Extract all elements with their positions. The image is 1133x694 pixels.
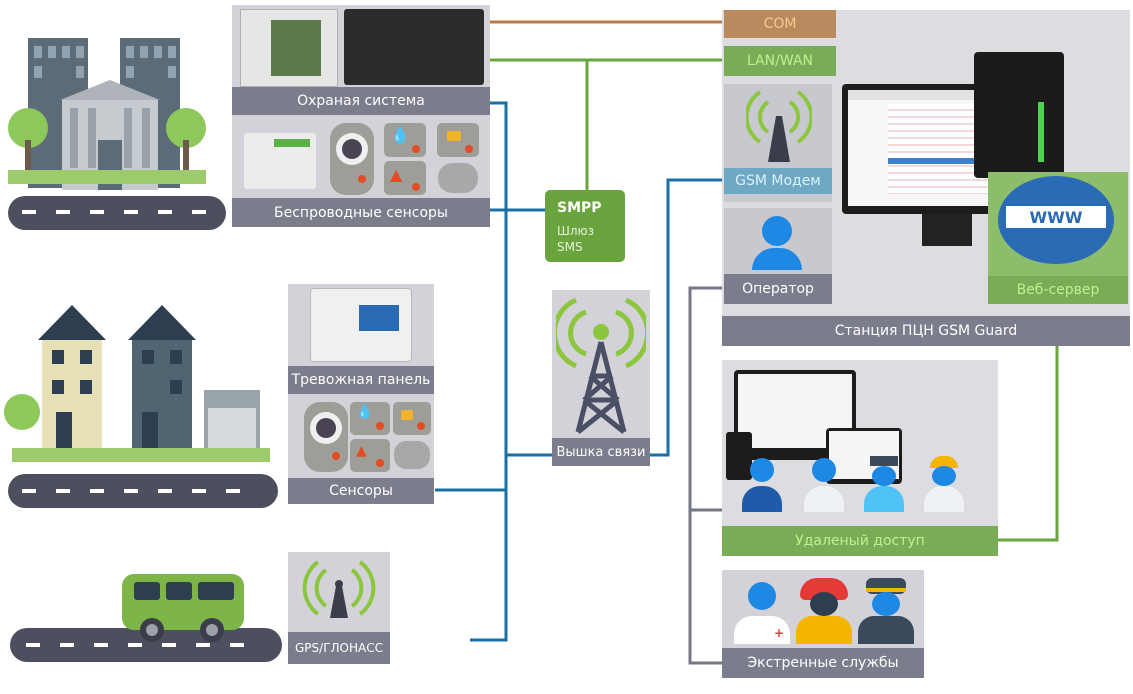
antenna-icon	[302, 560, 376, 618]
smpp-gateway: SMPP Шлюз SMS	[545, 190, 625, 262]
camera-sensor-icon	[330, 123, 374, 195]
doctor-icon: +	[734, 582, 790, 644]
control-cabinet-image	[240, 9, 338, 87]
camera-sensor-icon	[304, 402, 348, 472]
lock-sensor-icon	[437, 123, 479, 157]
operator-line	[688, 286, 724, 665]
smpp-sub1: Шлюз	[557, 224, 594, 238]
home-alarm-panel: Тревожная панель 💧 ▲ Сенсоры	[288, 284, 434, 504]
office-building-illustration	[8, 38, 226, 230]
engineer-user-icon	[924, 456, 964, 516]
modem-antenna-icon	[746, 90, 812, 162]
server-image	[974, 52, 1064, 178]
www-text: WWW	[1006, 206, 1106, 228]
medic-user-icon	[804, 458, 844, 516]
firefighter-icon	[796, 578, 852, 644]
motion-sensor-icon	[438, 163, 478, 193]
gps-label: GPS/ГЛОНАСС	[288, 632, 390, 664]
gsm-modem-label: GSM Модем	[724, 168, 832, 194]
operator-user-icon	[742, 458, 782, 516]
web-server-card: WWW Веб-сервер	[988, 172, 1128, 304]
security-system-label: Охраная система	[232, 87, 490, 115]
tower-panel: Вышка связи	[552, 290, 650, 466]
gps-panel: GPS/ГЛОНАСС	[288, 552, 390, 664]
smpp-title: SMPP	[557, 200, 602, 216]
remote-access-label: Удаленый доступ	[722, 526, 998, 556]
operator-icon	[762, 216, 792, 246]
web-server-label: Веб-сервер	[988, 276, 1128, 304]
gsm-modem-card: GSM Модем	[724, 84, 832, 202]
emergency-services-panel: + Экстренные службы	[722, 570, 924, 678]
amplifier-image	[344, 9, 484, 85]
station-title: Станция ПЦН GSM Guard	[722, 316, 1130, 346]
lan-wan-label: LAN/WAN	[724, 46, 836, 76]
alarm-panel-image	[310, 288, 412, 362]
web-line	[998, 330, 1059, 542]
operator-card: Оператор	[724, 208, 832, 304]
com-label: COM	[724, 10, 836, 38]
police-icon	[858, 578, 914, 644]
vehicle-illustration	[10, 574, 282, 662]
motion-sensor-icon	[394, 441, 430, 469]
fire-sensor-icon: ▲	[350, 439, 390, 472]
modem-line	[650, 178, 724, 457]
www-globe-icon: WWW	[998, 176, 1114, 264]
keypad-icon	[244, 133, 316, 189]
security-system-panel: Охраная система 💧 ▲ Беспроводные сенсоры	[232, 5, 490, 227]
security-user-icon	[864, 456, 904, 516]
alarm-panel-label: Тревожная панель	[288, 366, 434, 394]
water-sensor-icon: 💧	[384, 123, 426, 157]
fire-sensor-icon: ▲	[384, 161, 426, 195]
sensors-label: Сенсоры	[288, 478, 434, 504]
circuit-board	[271, 20, 321, 76]
wireless-sensors-label: Беспроводные сенсоры	[232, 198, 490, 227]
tower-label: Вышка связи	[552, 438, 650, 466]
smpp-sub2: SMS	[557, 240, 583, 254]
cell-tower-icon	[556, 297, 646, 434]
lock-sensor-icon	[393, 402, 431, 435]
emergency-services-label: Экстренные службы	[722, 648, 924, 678]
houses-illustration	[4, 305, 278, 508]
station-panel: COM LAN/WAN GSM Модем Оператор WWW Веб-с…	[722, 10, 1130, 346]
water-sensor-icon: 💧	[350, 402, 390, 435]
operator-label: Оператор	[724, 274, 832, 304]
remote-access-panel: Удаленый доступ	[722, 360, 998, 556]
